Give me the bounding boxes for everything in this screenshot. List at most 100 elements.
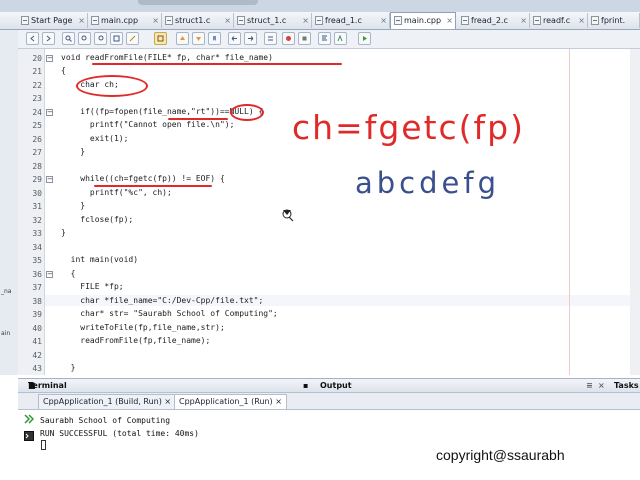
file-icon <box>394 16 402 25</box>
line-number: 29 <box>32 175 42 184</box>
line-number: 31 <box>32 202 42 211</box>
tab-label: main.cpp <box>404 16 442 25</box>
line-number: 24 <box>32 108 42 117</box>
close-icon[interactable]: × <box>578 13 585 28</box>
back-icon[interactable] <box>26 32 39 45</box>
tab-fprint[interactable]: fprint. <box>588 13 640 28</box>
handwritten-characters: abcdefg <box>355 166 500 200</box>
code-line: } <box>61 363 76 372</box>
tab-start-page[interactable]: Start Page × <box>18 13 88 28</box>
line-number: 22 <box>32 81 42 90</box>
shift-right-icon[interactable] <box>244 32 257 45</box>
annotation-underline <box>168 118 228 120</box>
lower-panel-header: ■ Terminal ▪ Output ≡ × Tasks <box>18 378 640 393</box>
close-icon[interactable]: × <box>446 13 453 28</box>
tab-main-cpp[interactable]: main.cpp × <box>88 13 162 28</box>
toggle-rectangular-selection-icon[interactable] <box>154 32 167 45</box>
code-line: while((ch=fgetc(fp)) != EOF) { <box>61 174 225 183</box>
close-icon[interactable]: × <box>78 13 85 28</box>
forward-icon[interactable] <box>42 32 55 45</box>
fold-toggle-icon[interactable]: − <box>46 55 53 62</box>
stop-macro-recording-icon[interactable] <box>298 32 311 45</box>
minimize-icon[interactable]: ≡ <box>586 379 593 392</box>
diff-icon[interactable] <box>334 32 347 45</box>
line-number: 41 <box>32 337 42 346</box>
next-bookmark-icon[interactable] <box>192 32 205 45</box>
file-icon <box>461 16 469 25</box>
close-icon[interactable]: × <box>152 13 159 28</box>
tab-label: fprint. <box>601 16 626 25</box>
format-icon[interactable] <box>318 32 331 45</box>
handwritten-formula: ch=fgetc(fp) <box>292 108 525 147</box>
comment-icon[interactable] <box>264 32 277 45</box>
rerun-icon[interactable] <box>24 414 34 424</box>
code-line: { <box>61 66 66 75</box>
tab-struct-1-c[interactable]: struct_1.c × <box>234 13 312 28</box>
close-icon[interactable]: × <box>380 13 387 28</box>
code-line: } <box>61 201 86 210</box>
output-icon: ▪ <box>303 381 309 390</box>
find-next-icon[interactable] <box>94 32 107 45</box>
line-number: 26 <box>32 135 42 144</box>
find-selection-icon[interactable] <box>110 32 123 45</box>
close-icon[interactable]: × <box>224 13 231 28</box>
fold-toggle-icon[interactable]: − <box>46 176 53 183</box>
terminal-tab[interactable]: Terminal <box>28 379 67 392</box>
editor-vertical-scrollbar[interactable] <box>630 49 640 375</box>
code-line: int main(void) <box>61 255 139 264</box>
line-number: 27 <box>32 148 42 157</box>
tab-readf-c[interactable]: readf.c × <box>530 13 588 28</box>
line-number: 23 <box>32 94 42 103</box>
run-file-icon[interactable] <box>358 32 371 45</box>
tab-label: main.cpp <box>101 16 139 25</box>
left-strip-label: _na <box>1 288 12 295</box>
editor-tab-bar: Start Page × main.cpp × struct1.c × struct_… <box>0 12 640 30</box>
close-icon[interactable]: × <box>164 397 171 406</box>
tab-fread-2-c[interactable]: fread_2.c × <box>458 13 530 28</box>
ide-window: Start Page × main.cpp × struct1.c × struct_… <box>0 0 640 480</box>
toggle-highlight-icon[interactable] <box>126 32 139 45</box>
shift-left-icon[interactable] <box>228 32 241 45</box>
close-icon[interactable]: × <box>302 13 309 28</box>
left-strip-label: ain <box>1 330 11 337</box>
close-icon[interactable]: × <box>520 13 527 28</box>
code-line: printf("Cannot open file.\n"); <box>61 120 235 129</box>
annotation-circle <box>230 104 264 121</box>
previous-bookmark-icon[interactable] <box>176 32 189 45</box>
file-icon <box>91 16 99 25</box>
output-tab[interactable]: Output <box>320 379 352 392</box>
tab-build-run[interactable]: CppApplication_1 (Build, Run) × <box>38 394 177 409</box>
find-previous-icon[interactable] <box>78 32 91 45</box>
tab-fread-1-c[interactable]: fread_1.c × <box>312 13 390 28</box>
toggle-bookmark-icon[interactable] <box>208 32 221 45</box>
code-line: fclose(fp); <box>61 215 134 224</box>
line-number: 35 <box>32 256 42 265</box>
code-line: { <box>61 269 76 278</box>
tab-main-cpp-active[interactable]: main.cpp × <box>390 12 456 29</box>
output-line: Saurabh School of Computing <box>40 416 171 425</box>
annotation-circle <box>76 75 148 97</box>
start-macro-recording-icon[interactable] <box>282 32 295 45</box>
console-icon[interactable] <box>24 431 34 441</box>
tab-label: fread_2.c <box>471 16 508 25</box>
close-icon[interactable]: × <box>598 379 605 392</box>
line-number: 32 <box>32 216 42 225</box>
tab-struct1-c[interactable]: struct1.c × <box>162 13 234 28</box>
tab-run[interactable]: CppApplication_1 (Run) × <box>174 394 287 409</box>
file-icon <box>165 16 173 25</box>
close-icon[interactable]: × <box>275 397 282 406</box>
file-icon <box>591 16 599 25</box>
file-icon <box>21 16 29 25</box>
code-line: exit(1); <box>61 134 129 143</box>
annotation-underline <box>92 63 342 65</box>
tasks-tab[interactable]: Tasks <box>614 379 639 392</box>
line-number: 38 <box>32 297 42 306</box>
tab-label: fread_1.c <box>325 16 362 25</box>
right-margin-line <box>569 49 570 375</box>
tab-label: struct1.c <box>175 16 211 25</box>
line-number: 30 <box>32 189 42 198</box>
fold-toggle-icon[interactable]: − <box>46 109 53 116</box>
line-number: 37 <box>32 283 42 292</box>
find-icon[interactable] <box>62 32 75 45</box>
fold-toggle-icon[interactable]: − <box>46 271 53 278</box>
